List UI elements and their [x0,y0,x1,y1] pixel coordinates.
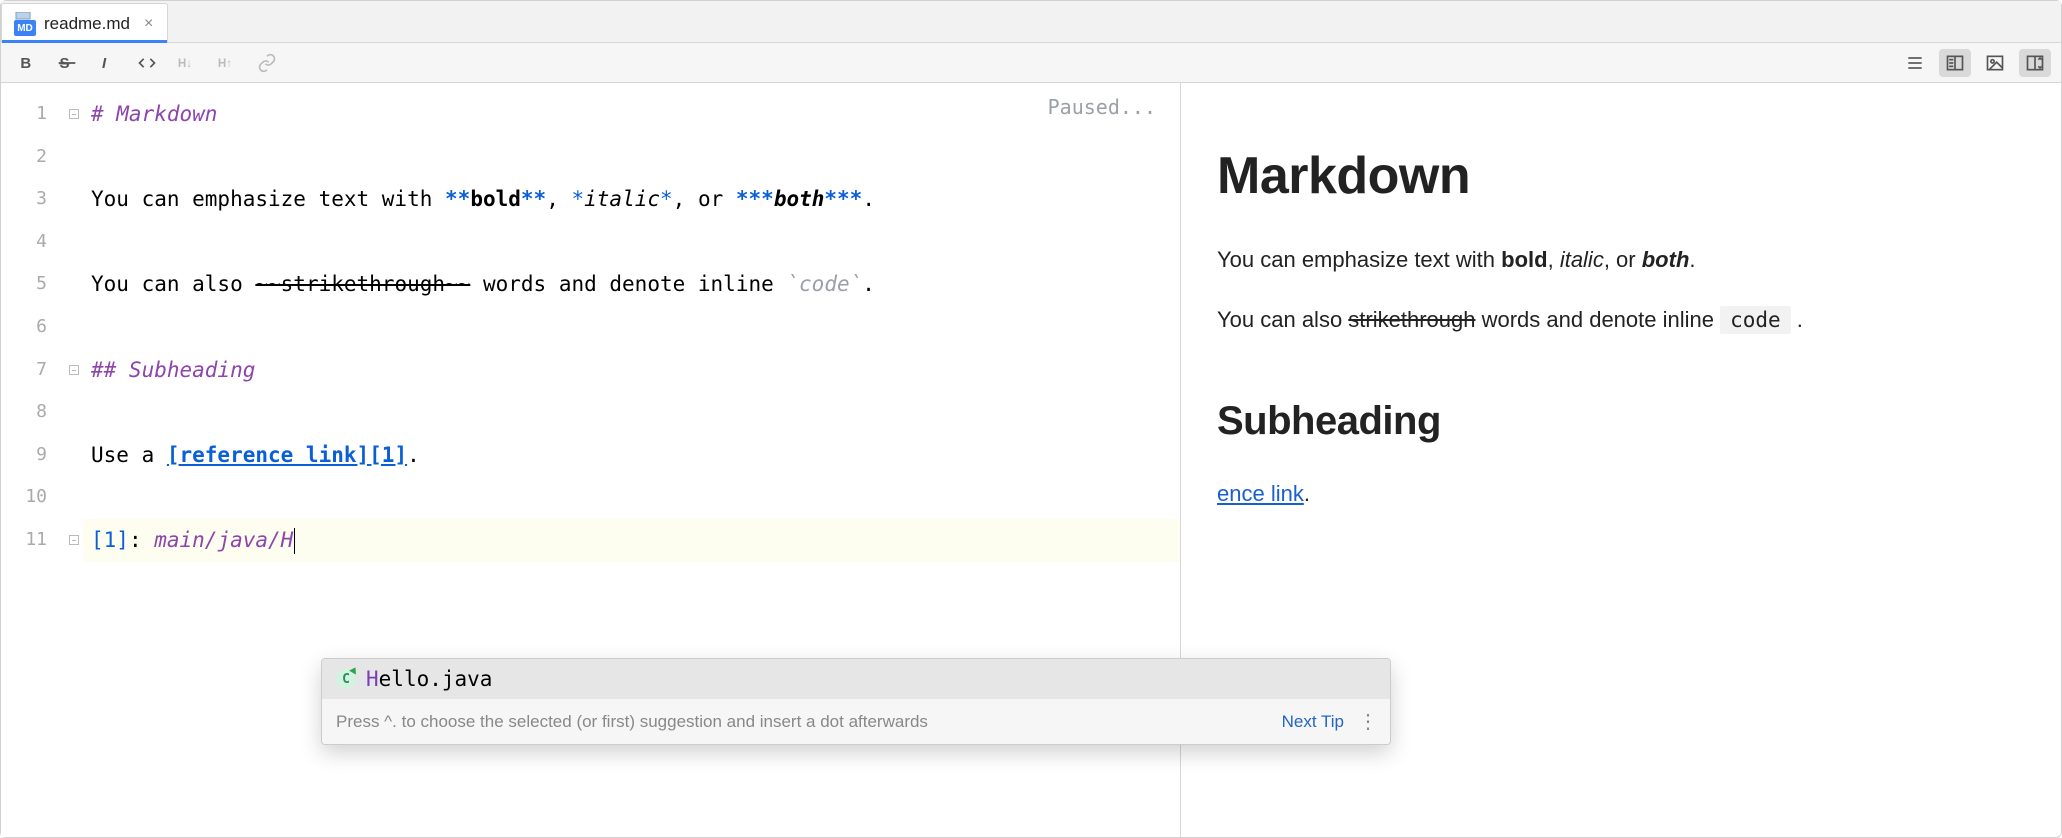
link-id: [1] [369,443,407,467]
view-split-button[interactable] [1939,49,1971,77]
fold-marker-icon[interactable] [69,365,79,375]
strike: strikethrough [1348,307,1475,332]
caret-icon [294,528,295,554]
italic-button[interactable]: I [91,49,123,77]
image-button[interactable] [1979,49,2011,77]
header-decrease-button: H↓ [171,49,203,77]
close-icon[interactable]: × [144,15,153,33]
line-number: 11 [1,519,65,562]
ref-url: main/java/H [154,528,293,552]
text: : [129,528,154,552]
ref-id: [1] [91,528,129,552]
next-tip-link[interactable]: Next Tip [1282,712,1344,732]
preview-h1: Markdown [1217,139,2025,214]
autocomplete-item[interactable]: C Hello.java [322,659,1390,699]
autocomplete-popup: C Hello.java Press ^. to choose the sele… [321,658,1391,745]
mk: * [660,187,673,211]
link-text: ence link [1217,481,1304,506]
bold: bold [470,187,521,211]
preview-paragraph: You can also strikethrough words and den… [1217,304,2025,336]
completion-label: ello.java [379,667,493,691]
text: , or [673,187,736,211]
view-source-button[interactable] [1899,49,1931,77]
text: words and denote inline [1475,307,1720,332]
scroll-sync-button[interactable] [2019,49,2051,77]
mk: *** [736,187,774,211]
editor-window: MD readme.md × B S I H↓ H↑ 1 2 [0,0,2062,838]
inline-code: code [1720,306,1791,334]
tab-bar: MD readme.md × [1,1,2061,43]
svg-text:B: B [20,55,31,72]
line-number: 9 [1,434,65,477]
mk: *** [824,187,862,211]
text: , [546,187,571,211]
text: Use a [91,443,167,467]
bold-italic: both [1642,247,1690,272]
strike: ~~strikethrough~~ [255,272,470,296]
text: You can also [1217,307,1348,332]
editor-pane[interactable]: 1 2 3 4 5 6 7 8 9 10 11 Paused... [1,83,1181,837]
link-text: [reference link] [167,443,369,467]
text: . [862,187,875,211]
fold-marker-icon[interactable] [69,535,79,545]
svg-text:H↑: H↑ [218,57,232,70]
analysis-status: Paused... [1048,95,1156,119]
line-number: 10 [1,476,65,519]
line-number: 2 [1,136,65,179]
line-number: 1 [1,93,65,136]
text: You can also [91,272,255,296]
line-number: 4 [1,221,65,264]
heading-token: # Markdown [91,102,217,126]
bold-italic: both [774,187,825,211]
mk: * [571,187,584,211]
header-increase-button: H↑ [211,49,243,77]
tip-text: Press ^. to choose the selected (or firs… [336,712,928,732]
heading-token: ## Subheading [91,358,255,382]
preview-paragraph: ence link. [1217,478,2025,510]
md-toolbar: B S I H↓ H↑ [1,43,2061,83]
fold-strip [65,83,83,837]
fold-marker-icon[interactable] [69,109,79,119]
mk: ** [521,187,546,211]
strike-button[interactable]: S [51,49,83,77]
bold: bold [1501,247,1547,272]
text: , [1548,247,1560,272]
text: . [1689,247,1695,272]
match-fragment: H [366,667,379,691]
markdown-file-icon: MD [14,12,36,36]
text: , or [1604,247,1642,272]
svg-text:I: I [102,55,107,72]
bold-button[interactable]: B [11,49,43,77]
line-number: 8 [1,391,65,434]
text: words and denote inline [470,272,786,296]
inline-code: `code` [786,272,862,296]
svg-text:H↓: H↓ [178,57,192,70]
code-button[interactable] [131,49,163,77]
text: . [1791,307,1803,332]
italic: italic [584,187,660,211]
mk: ** [445,187,470,211]
popup-tip-bar: Press ^. to choose the selected (or firs… [322,699,1390,744]
text: You can emphasize text with [91,187,445,211]
text: . [862,272,875,296]
text: . [407,443,420,467]
italic: italic [1560,247,1604,272]
line-number: 5 [1,263,65,306]
reference-link[interactable]: ence link [1217,481,1304,506]
line-number: 3 [1,178,65,221]
text: You can emphasize text with [1217,247,1501,272]
tab-label: readme.md [44,14,130,34]
more-icon[interactable]: ⋮ [1358,709,1376,734]
line-number: 7 [1,349,65,392]
tab-readme[interactable]: MD readme.md × [1,3,168,42]
gutter: 1 2 3 4 5 6 7 8 9 10 11 [1,83,65,837]
link-button [251,49,283,77]
class-icon: C [336,669,356,689]
main-split: 1 2 3 4 5 6 7 8 9 10 11 Paused... [1,83,2061,837]
line-number: 6 [1,306,65,349]
md-badge: MD [14,20,36,36]
preview-paragraph: You can emphasize text with bold, italic… [1217,244,2025,276]
preview-h2: Subheading [1217,392,2025,450]
text: . [1304,481,1310,506]
